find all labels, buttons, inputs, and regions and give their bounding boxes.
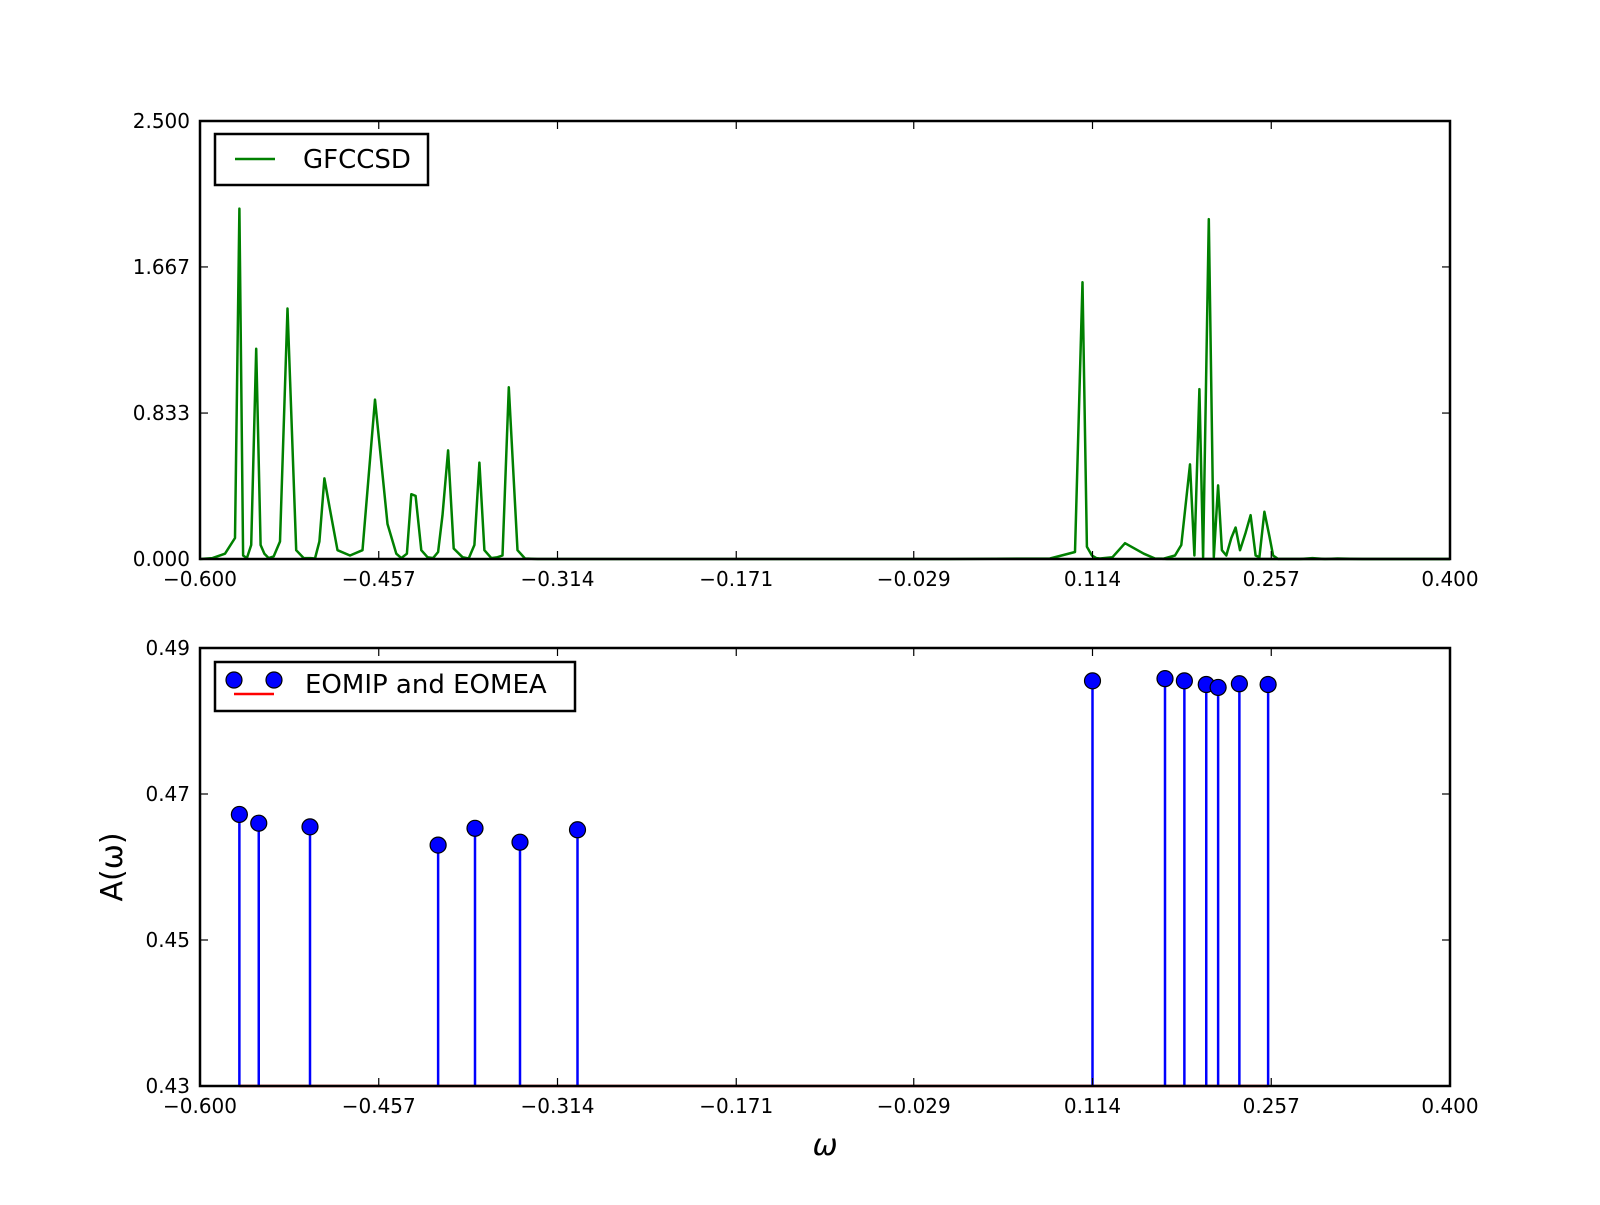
eom-panel: −0.600 −0.457 −0.314 −0.171 −0.029 0.114 0.257… <box>95 636 1479 1163</box>
legend-swatch-marker-left <box>225 671 243 689</box>
x-tick-label: −0.314 <box>520 567 594 591</box>
legend-label-gfccsd: GFCCSD <box>303 145 411 175</box>
y-tick-label: 0.45 <box>145 928 190 952</box>
x-tick-label: −0.171 <box>699 1094 773 1118</box>
bottom-plot-area <box>230 670 1277 1088</box>
x-axis-label: ω <box>812 1128 837 1163</box>
y-tick-label: 2.500 <box>133 109 190 133</box>
x-tick-label: 0.257 <box>1243 1094 1300 1118</box>
y-tick-label: 0.43 <box>145 1074 190 1098</box>
y-tick-label: 0.000 <box>133 547 190 571</box>
top-axes-frame <box>198 119 1452 561</box>
x-tick-label: −0.171 <box>699 567 773 591</box>
stem-marker <box>466 819 484 837</box>
gfccsd-line-b <box>1162 217 1450 561</box>
bottom-axes-frame <box>198 646 1452 1088</box>
x-tick-label: −0.029 <box>877 567 951 591</box>
chart-figure: −0.600 −0.457 −0.314 −0.171 −0.029 0.114 0.257… <box>95 109 1479 1163</box>
legend-swatch-marker-right <box>265 671 283 689</box>
gfccsd-line-a <box>199 207 1450 561</box>
y-tick-label: 1.667 <box>133 255 190 279</box>
x-tick-label: 0.114 <box>1064 567 1121 591</box>
top-plot-area <box>199 207 1450 561</box>
stem-marker <box>250 814 268 832</box>
stem-marker <box>1083 672 1102 690</box>
x-tick-label: −0.457 <box>342 1094 416 1118</box>
stem-marker <box>1230 675 1248 693</box>
x-tick-label: 0.114 <box>1064 1094 1121 1118</box>
stem-marker <box>511 833 529 851</box>
x-tick-label: 0.257 <box>1243 567 1300 591</box>
stem-marker <box>429 836 447 854</box>
stem-marker <box>1175 672 1193 690</box>
y-tick-label: 0.47 <box>145 782 190 806</box>
y-tick-label: 0.833 <box>133 401 190 425</box>
top-legend: GFCCSD <box>213 132 430 187</box>
stem-marker <box>230 805 248 824</box>
stem-marker <box>568 821 587 839</box>
x-tick-label: −0.314 <box>520 1094 594 1118</box>
x-tick-label: 0.400 <box>1421 1094 1478 1118</box>
x-tick-label: −0.457 <box>342 567 416 591</box>
y-tick-label: 0.49 <box>145 636 190 660</box>
gfccsd-panel: −0.600 −0.457 −0.314 −0.171 −0.029 0.114 0.257… <box>133 109 1479 591</box>
legend-label-eom: EOMIP and EOMEA <box>305 670 547 700</box>
x-tick-label: 0.400 <box>1421 567 1478 591</box>
stem-marker <box>1156 670 1174 688</box>
bottom-legend: EOMIP and EOMEA <box>213 660 577 713</box>
x-tick-label: −0.029 <box>877 1094 951 1118</box>
stem-marker <box>301 818 319 836</box>
stem-marker <box>1259 675 1277 694</box>
y-axis-label: A(ω) <box>95 832 130 901</box>
stem-marker <box>1209 678 1227 697</box>
